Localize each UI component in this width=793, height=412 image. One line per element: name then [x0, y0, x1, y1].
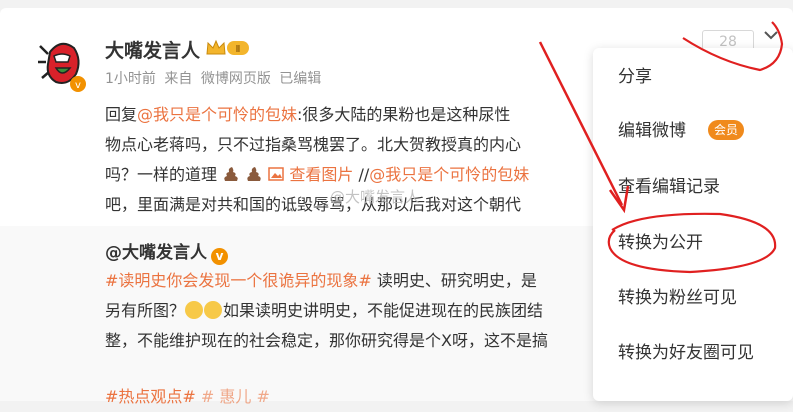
chevron-down-icon[interactable] [761, 25, 781, 45]
hashtag-link[interactable]: #热点观点# [105, 387, 196, 406]
mention-link[interactable]: @我只是个可怜的包妹 [369, 165, 529, 184]
thinking-emoji [204, 301, 223, 319]
view-image-link[interactable]: 查看图片 [289, 165, 353, 184]
vip-crown-icon[interactable]: Ⅱ [205, 38, 251, 58]
menu-item-edit[interactable]: 编辑微博 会员 [593, 104, 793, 158]
poop-emoji [247, 167, 261, 181]
member-badge: 会员 [708, 120, 745, 140]
source-prefix: 来自 [164, 71, 193, 87]
edited-label[interactable]: 已编辑 [279, 71, 321, 87]
svg-text:v: v [75, 80, 81, 91]
menu-item-make-public[interactable]: 转换为公开 [593, 216, 793, 270]
post-source: 微博网页版 [200, 71, 271, 87]
post-author[interactable]: 大嘴发言人 [105, 36, 200, 63]
hashtag-link[interactable]: #读明史你会发现一个很诡异的现象# [105, 271, 372, 290]
post-line-2: 物点心老蒋吗，只不过指桑骂槐罢了。北大贺教授真的内心 [105, 135, 522, 154]
thinking-emoji [185, 301, 204, 319]
post-meta: 1小时前 来自 微博网页版 已编辑 [105, 68, 325, 88]
watermark: @大嘴发言人 [330, 188, 421, 206]
image-icon[interactable] [268, 167, 285, 181]
poop-emoji [224, 167, 238, 181]
quoted-body: #读明史你会发现一个很诡异的现象# 读明史、研究明史，是 另有所图？ 如果读明史讲… [105, 271, 548, 406]
menu-item-friends-only[interactable]: 转换为好友圈可见 [593, 326, 793, 380]
verified-icon: v [211, 248, 228, 265]
vip-level: Ⅱ [236, 44, 241, 55]
menu-item-share[interactable]: 分享 [593, 50, 793, 104]
post-line-1: 回复@我只是个可怜的包妹:很多大陆的果粉也是这种尿性 [105, 105, 511, 124]
quoted-author[interactable]: @大嘴发言人 v [105, 238, 228, 265]
menu-item-edit-history[interactable]: 查看编辑记录 [593, 160, 793, 214]
avatar[interactable]: v [30, 32, 92, 94]
dropdown-menu: 分享 编辑微博 会员 查看编辑记录 转换为公开 转换为粉丝可见 转换为好友圈可见 [593, 48, 793, 401]
menu-item-fans-only[interactable]: 转换为粉丝可见 [593, 271, 793, 325]
mention-link[interactable]: @我只是个可怜的包妹 [137, 105, 297, 124]
post-time[interactable]: 1小时前 [105, 71, 156, 87]
